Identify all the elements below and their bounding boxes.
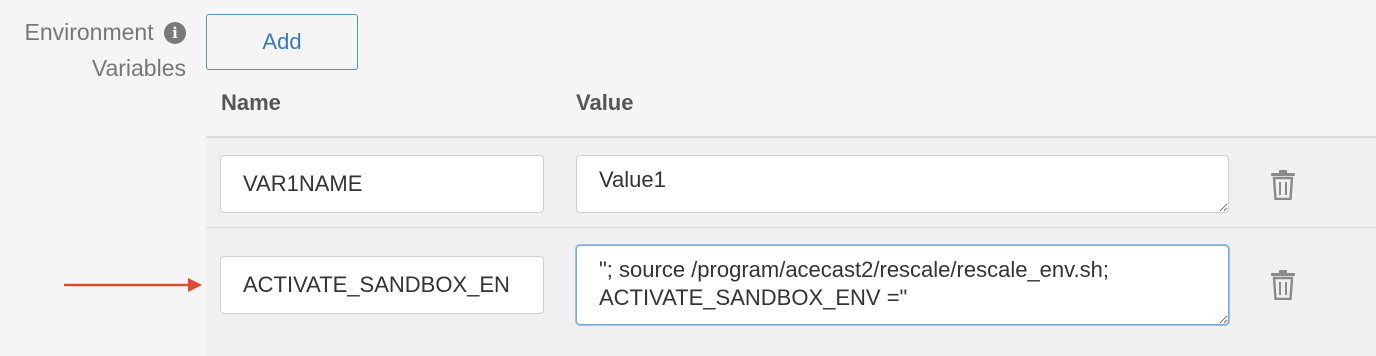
trash-icon[interactable] — [1270, 170, 1296, 200]
column-header-name: Name — [221, 90, 281, 115]
field-label-line2: Variables — [91, 55, 186, 81]
column-header-value: Value — [576, 90, 634, 115]
info-icon[interactable]: i — [164, 22, 186, 44]
name-input[interactable] — [220, 155, 544, 213]
arrow-annotation — [64, 278, 202, 292]
value-textarea[interactable]: "; source /program/acecast2/rescale/resc… — [576, 245, 1229, 325]
field-label-line1: Environment — [24, 19, 154, 45]
trash-icon[interactable] — [1270, 270, 1296, 300]
name-input[interactable] — [220, 256, 544, 314]
value-textarea[interactable]: Value1 — [576, 155, 1229, 213]
add-button[interactable]: Add — [206, 14, 358, 70]
field-label: Environment i Variables — [0, 14, 186, 86]
